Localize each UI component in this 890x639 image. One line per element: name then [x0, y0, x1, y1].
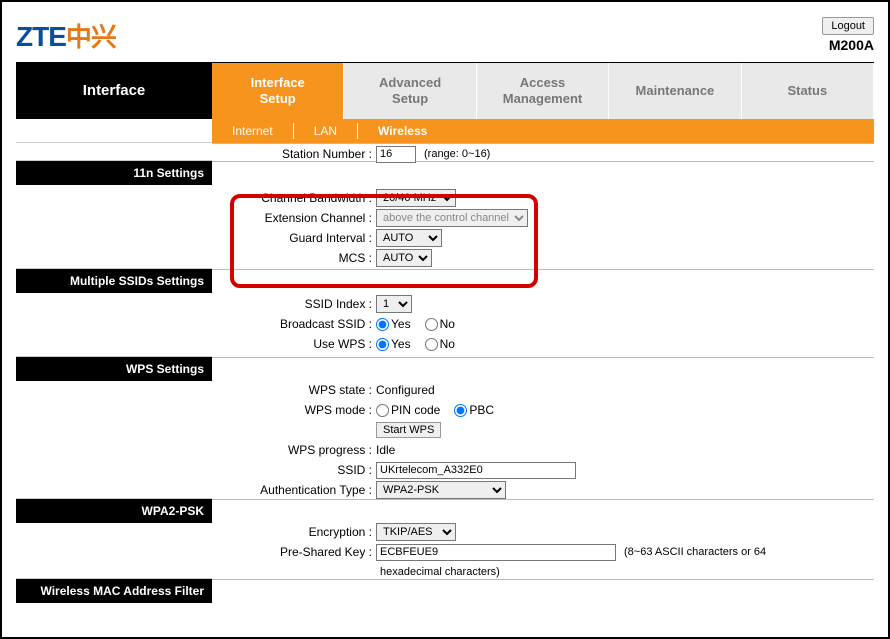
sidebar: Interface 11n Settings Multiple SSIDs Se…	[16, 63, 212, 603]
select-extension-channel[interactable]: above the control channel	[376, 209, 528, 227]
radio-wps-pbc[interactable]	[454, 404, 467, 417]
logout-button[interactable]: Logout	[822, 17, 874, 35]
label-mcs: MCS :	[212, 251, 376, 265]
label-ssid: SSID :	[212, 463, 376, 477]
label-wps-progress: WPS progress :	[212, 443, 376, 457]
start-wps-button[interactable]: Start WPS	[376, 422, 441, 438]
label-ssid-index: SSID Index :	[212, 297, 376, 311]
select-channel-bandwidth[interactable]: 20/40 MHz	[376, 189, 456, 207]
radio-usewps-no[interactable]	[425, 338, 438, 351]
tab-status[interactable]: Status	[742, 63, 874, 119]
radio-usewps-yes[interactable]	[376, 338, 389, 351]
label-encryption: Encryption :	[212, 525, 376, 539]
subtab-internet[interactable]: Internet	[212, 123, 294, 139]
page-header: ZTE中兴 Logout M200A	[16, 10, 874, 60]
radio-broadcast-no[interactable]	[425, 318, 438, 331]
label-extension-channel: Extension Channel :	[212, 211, 376, 225]
tab-advanced-setup[interactable]: Advanced Setup	[344, 63, 476, 119]
value-wps-state: Configured	[376, 383, 435, 397]
input-ssid[interactable]	[376, 462, 576, 479]
subtab-wireless[interactable]: Wireless	[358, 123, 447, 139]
section-11n: 11n Settings	[16, 161, 212, 185]
main-tabs: Interface Setup Advanced Setup Access Ma…	[212, 63, 874, 119]
logo-text-latin: ZTE	[16, 21, 66, 53]
value-wps-progress: Idle	[376, 443, 395, 457]
select-auth-type[interactable]: WPA2-PSK	[376, 481, 506, 499]
logo: ZTE中兴	[16, 17, 116, 54]
radio-wps-pin[interactable]	[376, 404, 389, 417]
section-macfilter: Wireless MAC Address Filter	[16, 579, 212, 603]
section-wps: WPS Settings	[16, 357, 212, 381]
label-guard-interval: Guard Interval :	[212, 231, 376, 245]
sub-tabs: Internet LAN Wireless	[212, 119, 874, 143]
label-channel-bandwidth: Channel Bandwidth :	[212, 191, 376, 205]
radio-broadcast-yes[interactable]	[376, 318, 389, 331]
tab-access-management[interactable]: Access Management	[477, 63, 609, 119]
label-use-wps: Use WPS :	[212, 337, 376, 351]
input-station-number[interactable]	[376, 146, 416, 163]
label-station-number: Station Number :	[212, 147, 376, 161]
label-wps-mode: WPS mode :	[212, 403, 376, 417]
section-wpa2: WPA2-PSK	[16, 499, 212, 523]
select-encryption[interactable]: TKIP/AES	[376, 523, 456, 541]
tab-maintenance[interactable]: Maintenance	[609, 63, 741, 119]
input-psk[interactable]	[376, 544, 616, 561]
tab-interface-setup[interactable]: Interface Setup	[212, 63, 344, 119]
select-mcs[interactable]: AUTO	[376, 249, 432, 267]
subtab-lan[interactable]: LAN	[294, 123, 358, 139]
model-label: M200A	[822, 37, 874, 53]
logo-text-cjk: 中兴	[66, 17, 116, 54]
note-psk-1: (8~63 ASCII characters or 64	[624, 546, 766, 558]
note-psk-2: hexadecimal characters)	[380, 566, 500, 578]
label-wps-state: WPS state :	[212, 383, 376, 397]
note-station-number: (range: 0~16)	[424, 148, 490, 160]
select-guard-interval[interactable]: AUTO	[376, 229, 442, 247]
label-broadcast-ssid: Broadcast SSID :	[212, 317, 376, 331]
sidebar-title: Interface	[16, 63, 212, 119]
label-auth-type: Authentication Type :	[212, 483, 376, 497]
select-ssid-index[interactable]: 1	[376, 295, 412, 313]
section-ssids: Multiple SSIDs Settings	[16, 269, 212, 293]
label-psk: Pre-Shared Key :	[212, 545, 376, 559]
